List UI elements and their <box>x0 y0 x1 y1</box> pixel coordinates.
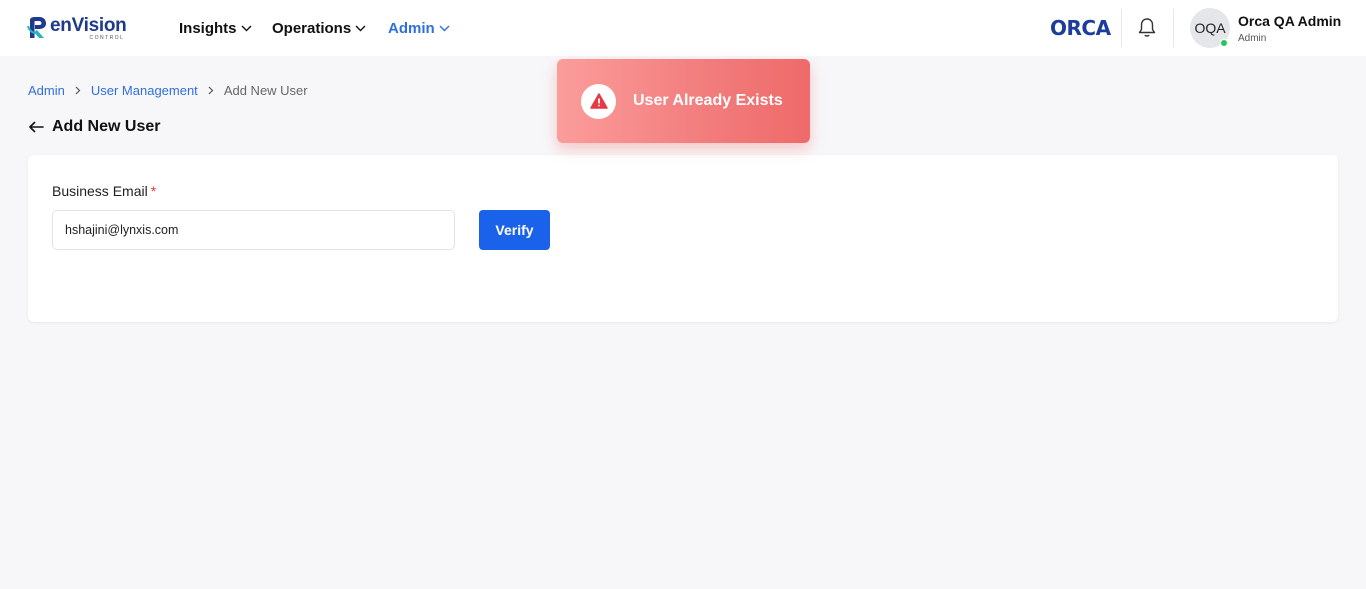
bell-icon[interactable] <box>1137 17 1157 39</box>
chevron-down-icon <box>355 25 366 31</box>
logo-subtext: CONTROL <box>89 34 125 41</box>
warning-triangle-icon <box>589 93 608 109</box>
breadcrumb-current: Add New User <box>223 82 308 98</box>
chevron-right-icon <box>75 86 81 94</box>
verify-button[interactable]: Verify <box>479 210 550 250</box>
nav-admin-label: Admin <box>388 19 435 37</box>
user-name[interactable]: Orca QA Admin <box>1238 13 1341 29</box>
business-email-input[interactable] <box>52 210 455 250</box>
required-marker: * <box>150 183 157 199</box>
user-role: Admin <box>1238 33 1267 44</box>
avatar[interactable]: OQA <box>1190 8 1230 48</box>
logo-wordmark: enVision <box>50 14 127 36</box>
divider <box>1121 9 1122 47</box>
nav-operations-label: Operations <box>272 19 352 37</box>
back-arrow-icon[interactable] <box>28 121 44 133</box>
breadcrumb-user-management[interactable]: User Management <box>91 83 198 98</box>
business-email-label-text: Business Email <box>52 183 148 199</box>
orca-logo-text: ORCA <box>1050 16 1111 40</box>
chevron-down-icon <box>439 25 450 31</box>
page-title: Add New User <box>52 118 161 135</box>
page-header: Add New User <box>28 116 160 138</box>
business-email-label: Business Email * <box>52 183 156 199</box>
envision-logo[interactable]: enVision CONTROL <box>26 14 127 42</box>
nav-insights[interactable]: Insights <box>179 0 252 56</box>
avatar-initials: OQA <box>1194 20 1226 36</box>
toast-icon-container <box>581 83 616 119</box>
online-status-indicator <box>1220 39 1228 47</box>
divider <box>1173 9 1174 47</box>
nav-insights-label: Insights <box>179 19 237 37</box>
breadcrumb: Admin User Management Add New User <box>28 81 308 99</box>
orca-logo: ORCA <box>1050 16 1111 40</box>
envision-logo-mark-icon <box>27 17 46 38</box>
nav-operations[interactable]: Operations <box>272 0 366 56</box>
breadcrumb-admin[interactable]: Admin <box>28 83 65 98</box>
chevron-down-icon <box>241 25 252 31</box>
toast-message: User Already Exists <box>633 92 783 109</box>
nav-admin[interactable]: Admin <box>388 0 450 56</box>
add-user-form-card: Business Email* Verify <box>28 155 1338 322</box>
top-navigation-bar: enVision CONTROL Insights Operations Adm… <box>0 0 1366 56</box>
chevron-right-icon <box>208 86 214 94</box>
error-toast: User Already Exists <box>557 59 810 143</box>
